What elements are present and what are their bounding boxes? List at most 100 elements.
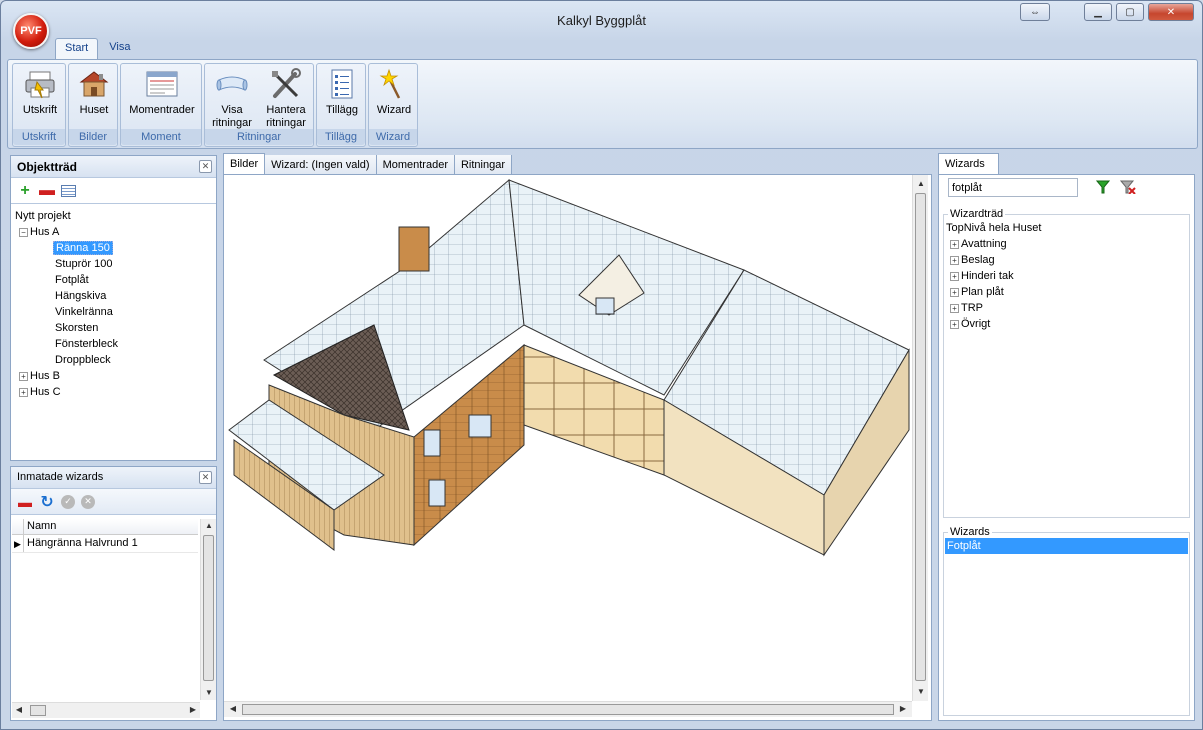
collapse-icon[interactable]: − xyxy=(19,227,28,237)
add-icon[interactable]: + xyxy=(17,182,33,199)
tree-leaf[interactable]: Stuprör 100 xyxy=(13,256,214,272)
clear-filter-icon[interactable] xyxy=(1119,180,1136,195)
print-button[interactable]: Utskrift xyxy=(15,66,65,130)
scroll-left-icon[interactable]: ◀ xyxy=(226,702,240,716)
group-label-tillagg: Tillägg xyxy=(317,129,365,145)
wizard-tree-node[interactable]: + Övrigt xyxy=(946,316,1187,332)
printer-icon xyxy=(25,71,55,99)
scroll-thumb[interactable] xyxy=(915,193,926,681)
momentrader-label: Momentrader xyxy=(129,104,195,116)
tree-node-label: Hus A xyxy=(30,226,60,238)
house-3d-drawing[interactable] xyxy=(224,175,912,701)
show-drawings-button[interactable]: Visa ritningar xyxy=(207,66,257,130)
magic-wand-icon xyxy=(379,68,401,99)
tree-leaf[interactable]: Fotplåt xyxy=(13,272,214,288)
scroll-left-icon[interactable]: ◀ xyxy=(12,703,26,717)
wizards-panel: Wizardträd TopNivå hela Huset +Avattning… xyxy=(938,174,1195,721)
expand-icon[interactable]: + xyxy=(950,271,959,281)
expand-icon[interactable]: + xyxy=(950,239,959,249)
wizard-tree-root[interactable]: TopNivå hela Huset xyxy=(946,220,1187,236)
expand-icon[interactable]: + xyxy=(19,387,28,397)
momentrader-button[interactable]: Momentrader xyxy=(123,66,201,130)
refresh-icon[interactable]: ↻ xyxy=(39,494,55,511)
wizard-tree-node[interactable]: + Avattning xyxy=(946,236,1187,252)
viewer-horizontal-scrollbar[interactable]: ◀ ▶ xyxy=(224,701,912,717)
group-utskrift: Utskrift Utskrift xyxy=(12,63,66,147)
expand-icon[interactable]: + xyxy=(950,303,959,313)
wizard-button[interactable]: Wizard xyxy=(371,66,417,130)
close-button[interactable]: ✕ xyxy=(1148,3,1194,21)
cancel-icon[interactable]: ✕ xyxy=(81,494,95,509)
scroll-right-icon[interactable]: ▶ xyxy=(186,703,200,717)
expand-icon[interactable]: + xyxy=(19,371,28,381)
tab-start[interactable]: Start xyxy=(55,38,99,59)
remove-icon[interactable]: ▬ xyxy=(17,494,33,510)
column-header-namn[interactable]: Namn xyxy=(24,519,59,534)
scroll-thumb[interactable] xyxy=(30,705,46,716)
scroll-up-icon[interactable]: ▲ xyxy=(914,177,928,191)
maximize-button[interactable]: ▢ xyxy=(1116,3,1144,21)
tree-leaf[interactable]: Fönsterbleck xyxy=(13,336,214,352)
wizard-tree-node[interactable]: + TRP xyxy=(946,300,1187,316)
tree-leaf[interactable]: Hängskiva xyxy=(13,288,214,304)
tab-momentrader[interactable]: Momentrader xyxy=(376,155,455,175)
remove-icon[interactable]: ▬ xyxy=(39,182,55,199)
tree-leaf[interactable]: Vinkelränna xyxy=(13,304,214,320)
tab-bilder[interactable]: Bilder xyxy=(223,153,266,175)
wizards-grid: Namn ▶ Hängränna Halvrund 1 xyxy=(12,519,198,553)
scroll-down-icon[interactable]: ▼ xyxy=(914,685,928,699)
tree-leaf[interactable]: Ränna 150 xyxy=(13,240,214,256)
expand-icon[interactable]: + xyxy=(950,287,959,297)
vertical-scrollbar[interactable]: ▲ ▼ xyxy=(200,519,216,700)
wizard-tree-node[interactable]: + Hinderi tak xyxy=(946,268,1187,284)
wizard-tree-node[interactable]: + Beslag xyxy=(946,252,1187,268)
tree-node-hus-c[interactable]: + Hus C xyxy=(13,384,214,400)
restore-size-icon[interactable]: ⇔ xyxy=(1020,3,1050,21)
tillagg-button[interactable]: Tillägg xyxy=(319,66,365,130)
tree-root[interactable]: Nytt projekt xyxy=(13,208,214,224)
wizard-list-legend: Wizards xyxy=(950,526,990,538)
expand-icon[interactable]: + xyxy=(950,255,959,265)
tree-node-label: Hus B xyxy=(30,370,60,382)
tree-node-hus-a[interactable]: − Hus A xyxy=(13,224,214,240)
app-logo: PVF xyxy=(20,25,42,37)
minimize-button[interactable]: ▁ xyxy=(1084,3,1112,21)
show-drawings-label-line2: ritningar xyxy=(212,117,252,129)
tab-wizards[interactable]: Wizards xyxy=(938,153,999,175)
wizard-tree-node[interactable]: + Plan plåt xyxy=(946,284,1187,300)
wizard-search-input[interactable] xyxy=(948,178,1078,197)
row-header-cell xyxy=(12,519,24,534)
house-button[interactable]: Huset xyxy=(71,66,117,130)
group-ritningar: Visa ritningar Hantera ritningar Ritningar xyxy=(204,63,314,147)
close-icon[interactable]: ✕ xyxy=(199,471,212,484)
tab-ritningar[interactable]: Ritningar xyxy=(454,155,513,175)
tree-leaf[interactable]: Droppbleck xyxy=(13,352,214,368)
application-menu-button[interactable]: PVF xyxy=(13,13,49,49)
viewer-vertical-scrollbar[interactable]: ▲ ▼ xyxy=(912,175,928,701)
tab-visa[interactable]: Visa xyxy=(100,38,139,59)
confirm-icon[interactable]: ✓ xyxy=(61,494,75,509)
tab-wizard[interactable]: Wizard: (Ingen vald) xyxy=(265,155,377,175)
properties-icon[interactable] xyxy=(61,184,76,197)
object-tree-title-text: Objektträd xyxy=(17,160,78,174)
wizard-tree-label: Hinderi tak xyxy=(961,270,1014,282)
tree-leaf[interactable]: Skorsten xyxy=(13,320,214,336)
table-row[interactable]: ▶ Hängränna Halvrund 1 xyxy=(12,535,198,553)
list-item[interactable]: Fotplåt xyxy=(945,538,1188,554)
document-tabs: Bilder Wizard: (Ingen vald) Momentrader … xyxy=(223,153,513,175)
scroll-down-icon[interactable]: ▼ xyxy=(202,686,216,700)
tree-node-hus-b[interactable]: + Hus B xyxy=(13,368,214,384)
scroll-thumb[interactable] xyxy=(242,704,894,715)
manage-drawings-button[interactable]: Hantera ritningar xyxy=(259,66,313,130)
scroll-right-icon[interactable]: ▶ xyxy=(896,702,910,716)
scroll-up-icon[interactable]: ▲ xyxy=(202,519,216,533)
app-window: PVF Kalkyl Byggplåt ⇔ ▁ ▢ ✕ Start Visa U… xyxy=(0,0,1203,730)
horizontal-scrollbar[interactable]: ◀ ▶ xyxy=(12,702,200,718)
drawing-scroll-icon xyxy=(216,76,248,91)
tree-leaf-label: Vinkelränna xyxy=(55,306,113,318)
expand-icon[interactable]: + xyxy=(950,319,959,329)
scroll-thumb[interactable] xyxy=(203,535,214,681)
filter-icon[interactable] xyxy=(1095,180,1111,194)
grid-header: Namn xyxy=(12,519,198,535)
close-icon[interactable]: ✕ xyxy=(199,160,212,173)
